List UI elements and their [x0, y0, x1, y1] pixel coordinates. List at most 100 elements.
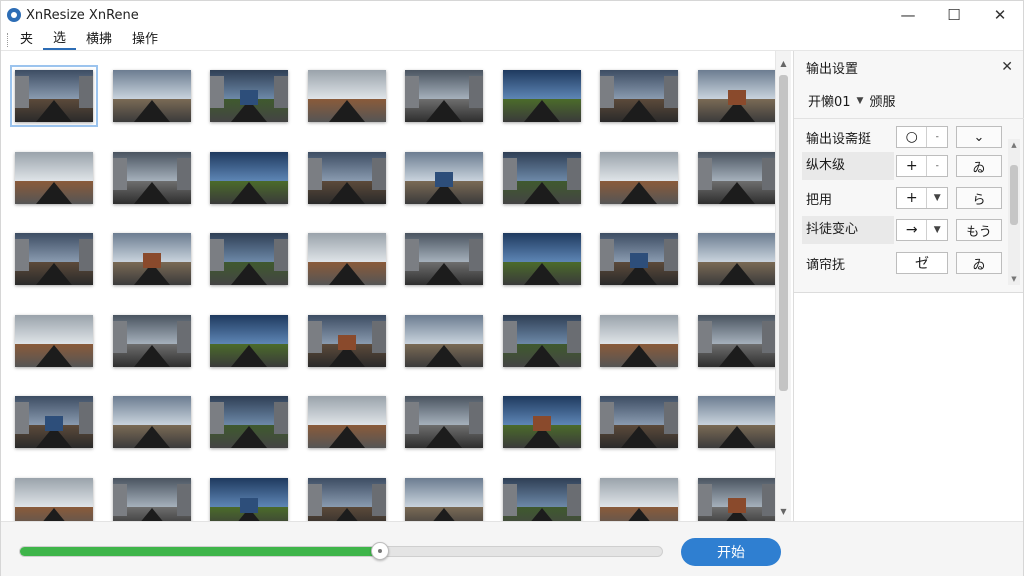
setting-label: 输出设斋挺 — [806, 131, 872, 147]
setting-value[interactable]: ゐ — [956, 252, 1002, 274]
setting-row-2: 把用 + ▼ ら — [802, 184, 1002, 212]
thumbnail-image[interactable] — [15, 152, 93, 204]
thumbnail-image[interactable] — [210, 233, 288, 285]
thumbnail-image[interactable] — [698, 478, 775, 521]
menu-bar: 夹 选 横拂 操作 — [1, 29, 1023, 51]
minimize-button[interactable]: — — [885, 1, 931, 29]
panel-title: 输出设置 — [806, 61, 859, 77]
thumbnail-image[interactable] — [698, 152, 775, 204]
thumbnail-image[interactable] — [15, 315, 93, 367]
setting-row-3: 抖徒变心 → ▼ もう — [802, 216, 1002, 244]
grid-scrollbar[interactable]: ▲ ▼ — [775, 51, 791, 521]
chevron-down-icon[interactable]: ▼ — [926, 188, 947, 208]
thumbnail-image[interactable] — [210, 396, 288, 448]
thumbnail-image[interactable] — [698, 396, 775, 448]
thumbnail-image[interactable] — [600, 478, 678, 521]
thumbnail-image[interactable] — [308, 315, 386, 367]
thumbnail-image[interactable] — [600, 315, 678, 367]
panel-scrollbar-thumb[interactable] — [1010, 165, 1018, 225]
scroll-up-icon[interactable]: ▲ — [1008, 139, 1020, 151]
thumbnail-image[interactable] — [698, 315, 775, 367]
menu-item-2[interactable]: 横拂 — [76, 30, 122, 50]
thumbnail-image[interactable] — [210, 315, 288, 367]
chevron-down-icon[interactable]: ▼ — [926, 220, 947, 240]
thumbnail-image[interactable] — [113, 396, 191, 448]
thumbnail-image[interactable] — [113, 152, 191, 204]
panel-scrollbar[interactable]: ▲ ▼ — [1008, 139, 1020, 285]
preset-extra: 颁服 — [869, 95, 896, 110]
thumbnail-image[interactable] — [405, 152, 483, 204]
thumbnail-image[interactable] — [503, 233, 581, 285]
scrollbar-thumb[interactable] — [779, 75, 788, 391]
start-button[interactable]: 开始 — [681, 538, 781, 566]
setting-combo[interactable]: ゼ — [896, 252, 948, 274]
thumbnail-image[interactable] — [15, 233, 93, 285]
chevron-down-icon[interactable]: - — [926, 156, 947, 176]
thumbnail-image[interactable] — [405, 70, 483, 122]
scroll-down-icon[interactable]: ▼ — [776, 503, 791, 519]
thumbnail-image[interactable] — [113, 315, 191, 367]
thumbnail-image[interactable] — [210, 478, 288, 521]
thumbnail-image[interactable] — [15, 478, 93, 521]
window-title: XnResize XnRene — [26, 7, 139, 23]
menu-item-0[interactable]: 夹 — [10, 30, 43, 50]
setting-row-4: 谪帘抚 ゼ ゐ — [802, 249, 1002, 277]
maximize-button[interactable]: ☐ — [931, 1, 977, 29]
thumbnail-image[interactable] — [308, 70, 386, 122]
thumbnail-image[interactable] — [405, 315, 483, 367]
thumbnail-image[interactable] — [210, 70, 288, 122]
window-controls: — ☐ ✕ — [885, 1, 1023, 29]
thumbnail-image[interactable] — [503, 315, 581, 367]
thumbnail-image[interactable] — [503, 70, 581, 122]
menu-item-3[interactable]: 操作 — [122, 30, 168, 50]
thumbnail-grid — [1, 51, 775, 521]
app-window: XnResize XnRene — ☐ ✕ 夹 选 横拂 操作 ▲ ▼ 输出设置… — [0, 0, 1024, 576]
setting-value[interactable]: ゐ — [956, 155, 1002, 177]
thumbnail-image[interactable] — [113, 233, 191, 285]
progress-knob[interactable] — [370, 542, 389, 560]
thumbnail-image[interactable] — [308, 396, 386, 448]
thumbnail-image[interactable] — [15, 396, 93, 448]
thumbnail-image[interactable] — [308, 152, 386, 204]
thumbnail-image[interactable] — [503, 152, 581, 204]
scroll-up-icon[interactable]: ▲ — [776, 55, 791, 71]
thumbnail-image[interactable] — [600, 152, 678, 204]
setting-value[interactable]: もう — [956, 219, 1002, 241]
thumbnail-image[interactable] — [308, 233, 386, 285]
thumbnail-image[interactable] — [600, 70, 678, 122]
thumbnail-image[interactable] — [600, 396, 678, 448]
scroll-down-icon[interactable]: ▼ — [1008, 273, 1020, 285]
progress-slider[interactable] — [19, 542, 663, 560]
setting-combo[interactable]: + ▼ — [896, 187, 948, 209]
thumbnail-image[interactable] — [113, 70, 191, 122]
preset-selector[interactable]: 开懒01 ▼ 颁服 — [794, 83, 1024, 119]
thumbnail-image[interactable] — [113, 478, 191, 521]
setting-value[interactable]: ⌄ — [956, 126, 1002, 148]
thumbnail-image[interactable] — [698, 70, 775, 122]
thumbnail-image[interactable] — [405, 233, 483, 285]
thumbnail-image[interactable] — [10, 65, 98, 127]
thumbnail-image[interactable] — [698, 233, 775, 285]
setting-combo[interactable]: ○ - — [896, 126, 948, 148]
thumbnail-image[interactable] — [600, 233, 678, 285]
setting-combo[interactable]: → ▼ — [896, 219, 948, 241]
thumbnail-image[interactable] — [405, 478, 483, 521]
thumbnail-image[interactable] — [405, 396, 483, 448]
close-button[interactable]: ✕ — [977, 1, 1023, 29]
close-icon[interactable]: ✕ — [1001, 59, 1013, 75]
thumbnail-image[interactable] — [503, 396, 581, 448]
setting-label: 谪帘抚 — [806, 257, 846, 273]
setting-value[interactable]: ら — [956, 187, 1002, 209]
menu-item-1[interactable]: 选 — [43, 30, 77, 50]
setting-label: 把用 — [806, 192, 833, 208]
chevron-down-icon[interactable]: ▼ — [857, 96, 864, 106]
thumbnail-image[interactable] — [503, 478, 581, 521]
setting-label: 纵木级 — [802, 152, 894, 180]
progress-fill — [20, 547, 380, 556]
thumbnail-image[interactable] — [210, 152, 288, 204]
chevron-down-icon[interactable]: - — [926, 127, 947, 147]
setting-combo[interactable]: + - — [896, 155, 948, 177]
title-bar: XnResize XnRene — ☐ ✕ — [1, 1, 1023, 29]
thumbnail-image[interactable] — [308, 478, 386, 521]
panel-empty-area — [793, 293, 1023, 521]
